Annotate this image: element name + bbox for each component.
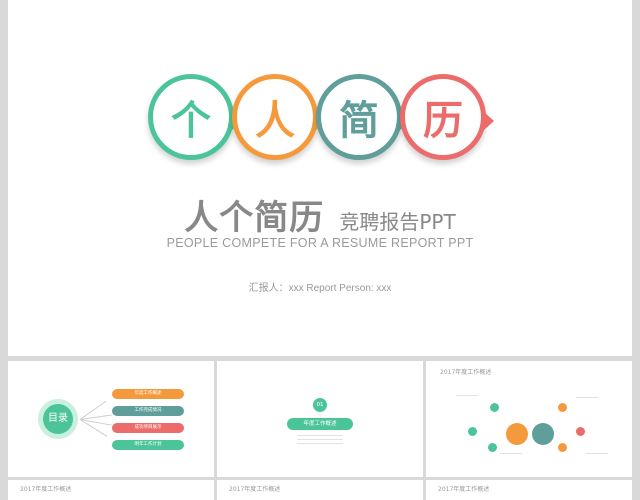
overview-node [558,403,567,412]
main-title: 人个简历 [184,198,325,238]
toc-item-4: 明年工作计划 [112,440,184,450]
title-circles: 个 人 简 历 [148,68,508,168]
partial-title-3: 2017年度工作概述 [438,486,490,493]
title-row: 人个简历 竞聘报告PPT [8,190,632,239]
section-number: 01 [313,398,327,412]
circle-char-1: 个 [148,74,242,160]
thumbnail-toc[interactable]: 目录 年度工作概述 工作完成情况 成功项目展示 明年工作计划 [8,361,214,477]
placeholder-line [586,453,608,454]
reporter-line: 汇报人：xxx Report Person: xxx [248,283,392,294]
overview-title: 2017年度工作概述 [440,369,492,376]
english-title: PEOPLE COMPETE FOR A RESUME REPORT PPT [166,236,474,250]
overview-node [576,427,585,436]
placeholder-line [456,395,478,396]
partial-title-1: 2017年度工作概述 [20,486,72,493]
overview-node [506,423,528,445]
circle-char-3: 简 [316,74,410,160]
overview-node [558,443,567,452]
overview-node [488,443,497,452]
partial-title-2: 2017年度工作概述 [229,486,281,493]
toc-badge: 目录 [43,404,73,434]
circle-char-2: 人 [232,74,326,160]
toc-item-2: 工作完成情况 [112,406,184,416]
placeholder-line [297,435,343,436]
thumbnail-overview[interactable]: 2017年度工作概述 [426,361,632,477]
thumbnail-section[interactable]: 01 年度工作概述 [217,361,423,477]
toc-item-3: 成功项目展示 [112,423,184,433]
main-subtitle: 竞聘报告PPT [339,210,456,234]
circle-char-4: 历 [400,74,494,160]
section-label: 年度工作概述 [287,418,353,430]
thumbnail-partial-2[interactable]: 2017年度工作概述 [217,480,423,500]
thumbnail-partial-1[interactable]: 2017年度工作概述 [8,480,214,500]
toc-item-1: 年度工作概述 [112,389,184,399]
overview-node [490,403,499,412]
overview-node [468,427,477,436]
placeholder-line [297,439,343,440]
overview-node [532,423,554,445]
placeholder-line [500,453,522,454]
thumbnail-partial-3[interactable]: 2017年度工作概述 [426,480,632,500]
placeholder-line [297,443,343,444]
main-slide[interactable]: 个 人 简 历 人个简历 竞聘报告PPT PEOPLE COMPETE FOR … [8,0,632,356]
placeholder-line [576,397,598,398]
